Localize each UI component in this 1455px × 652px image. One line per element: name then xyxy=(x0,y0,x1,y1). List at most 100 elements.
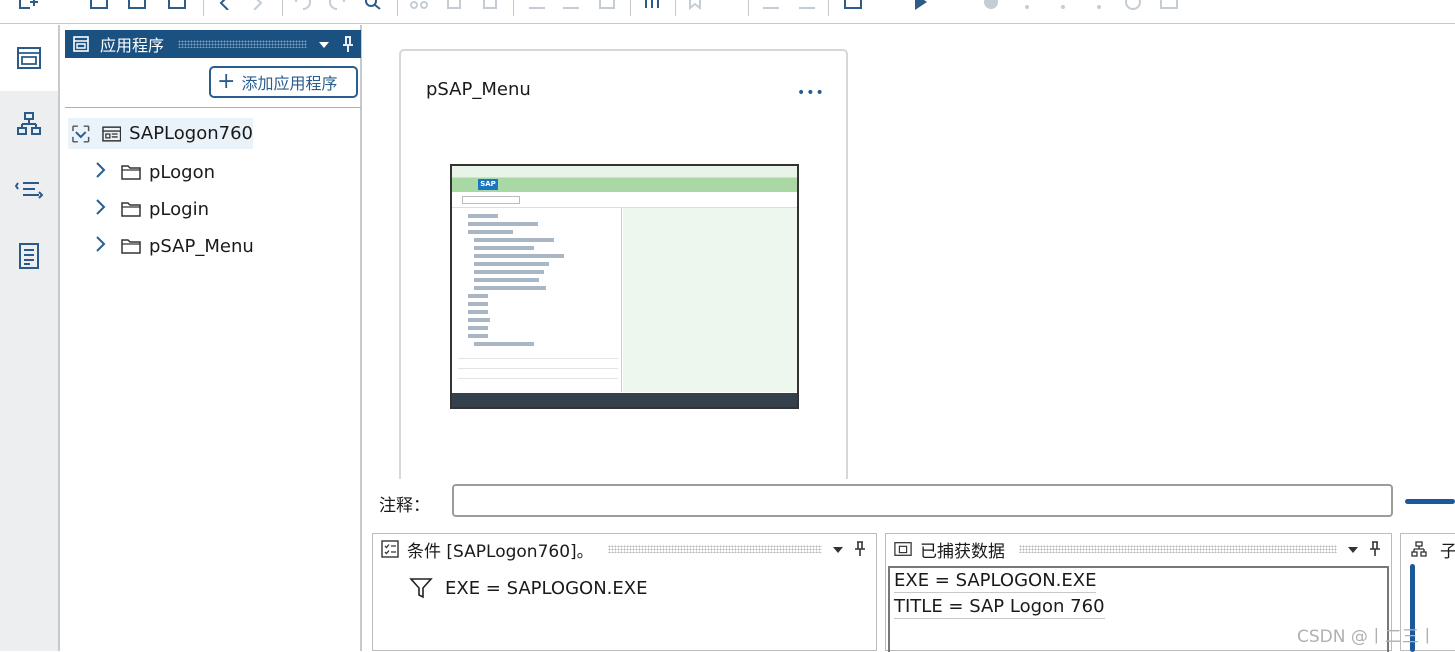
tree-item-label: pLogin xyxy=(149,198,209,220)
capture-icon[interactable] xyxy=(842,0,864,10)
add-application-label: 添加应用程序 xyxy=(241,74,338,93)
hierarchy-icon xyxy=(17,112,41,135)
applications-panel-header: 应用程序 xyxy=(65,30,361,58)
new-icon[interactable] xyxy=(18,0,40,10)
toolbar-separator xyxy=(203,0,204,16)
capture-icon xyxy=(894,542,912,556)
watermark: CSDN @丨二三丨 xyxy=(1297,627,1436,647)
chevron-right-icon[interactable] xyxy=(95,161,113,184)
note-label: 注释： xyxy=(379,496,430,516)
panel-icon xyxy=(73,36,89,52)
page-card[interactable]: pSAP_Menu ••• SAP xyxy=(399,49,848,479)
thumbnail-tree xyxy=(452,208,622,392)
step3-icon[interactable] xyxy=(1088,0,1110,10)
window-icon xyxy=(17,47,41,69)
captured-data-pane-title: 已捕获数据 xyxy=(920,541,1005,562)
toolbar-separator xyxy=(513,0,514,16)
conditions-pane-header: 条件 [SAPLogon760]。 xyxy=(373,534,876,564)
save-all-icon[interactable] xyxy=(126,0,148,10)
toolbar-separator xyxy=(282,0,283,16)
pin-icon[interactable] xyxy=(1369,541,1381,557)
panel-icon[interactable] xyxy=(1158,0,1180,10)
toolbar-separator xyxy=(630,0,631,16)
find-icon[interactable] xyxy=(362,0,384,10)
step2-icon[interactable] xyxy=(1052,0,1074,10)
settings-sliders-icon[interactable] xyxy=(641,0,663,10)
sub-pane-title: 子 xyxy=(1440,541,1455,562)
folder-icon xyxy=(121,165,141,180)
applications-panel: 应用程序 + 添加应用程序 SAPLogon760 pLogon pLogin … xyxy=(62,25,362,651)
bookmark-icon[interactable] xyxy=(686,0,708,10)
list-icon[interactable] xyxy=(760,0,782,10)
drag-handle[interactable] xyxy=(178,40,307,48)
dropdown-icon[interactable] xyxy=(1347,544,1359,554)
toolbar-separator xyxy=(748,0,749,16)
drag-handle[interactable] xyxy=(607,545,822,553)
toolbar-separator xyxy=(675,0,676,16)
folder-icon xyxy=(121,202,141,217)
thumbnail-content xyxy=(623,208,797,392)
tree-item-psap-menu[interactable]: pSAP_Menu xyxy=(95,231,254,261)
tree-item-label: pLogon xyxy=(149,161,215,183)
more-options-icon[interactable]: ••• xyxy=(797,85,825,101)
screen-thumbnail: SAP xyxy=(450,164,799,409)
align-icon[interactable] xyxy=(526,0,548,10)
tree-root-application[interactable]: SAPLogon760 xyxy=(68,118,253,149)
thumbnail-dropdown xyxy=(462,196,520,204)
captured-line: TITLE = SAP Logon 760 xyxy=(894,596,1105,619)
chevron-right-icon[interactable] xyxy=(95,198,113,221)
collapse-checkbox-icon[interactable] xyxy=(71,124,91,144)
tree-item-plogon[interactable]: pLogon xyxy=(95,157,215,187)
main-area: pSAP_Menu ••• SAP 注释： 条件 [SAPLogon760]。 … xyxy=(364,25,1455,652)
conditions-pane-title: 条件 [SAPLogon760]。 xyxy=(407,541,594,562)
drag-handle[interactable] xyxy=(1019,545,1337,553)
tree-item-label: pSAP_Menu xyxy=(149,235,254,257)
pin-icon[interactable] xyxy=(341,35,355,53)
captured-line: EXE = SAPLOGON.EXE xyxy=(894,570,1097,593)
redo-icon[interactable] xyxy=(326,0,348,10)
toolbar-separator xyxy=(828,0,829,16)
thumbnail-header xyxy=(452,178,797,192)
cut-icon[interactable] xyxy=(408,0,430,10)
dropdown-icon[interactable] xyxy=(832,544,844,554)
rail-item-structure[interactable] xyxy=(0,91,58,157)
pin-icon[interactable] xyxy=(854,541,866,557)
hierarchy-icon xyxy=(1411,541,1427,557)
divider xyxy=(65,107,361,108)
undo-icon[interactable] xyxy=(292,0,314,10)
forward-icon[interactable] xyxy=(246,0,268,10)
back-icon[interactable] xyxy=(214,0,236,10)
window-icon[interactable] xyxy=(166,0,188,10)
thumbnail-titlebar xyxy=(452,166,797,178)
chevron-right-icon[interactable] xyxy=(95,235,113,258)
sub-pane-header: 子 xyxy=(1401,534,1455,564)
toolbar-separator xyxy=(397,0,398,16)
rail-item-workflow[interactable] xyxy=(0,157,58,223)
tree-item-plogin[interactable]: pLogin xyxy=(95,194,209,224)
add-application-button[interactable]: + 添加应用程序 xyxy=(209,66,358,98)
step-icon[interactable] xyxy=(1016,0,1038,10)
paste-icon[interactable] xyxy=(480,0,502,10)
rail-item-documents[interactable] xyxy=(0,223,58,289)
save-icon[interactable] xyxy=(88,0,110,10)
applications-panel-title: 应用程序 xyxy=(100,36,165,55)
tree-root-label: SAPLogon760 xyxy=(129,123,253,144)
list-indent-icon xyxy=(15,182,43,199)
main-toolbar xyxy=(0,0,1455,24)
document-icon xyxy=(19,243,39,269)
record-icon[interactable] xyxy=(980,0,1002,10)
run-icon[interactable] xyxy=(910,0,932,10)
splitter-handle[interactable] xyxy=(1405,499,1455,504)
list2-icon[interactable] xyxy=(796,0,818,10)
emoji-icon[interactable] xyxy=(1122,0,1144,10)
condition-item[interactable]: EXE = SAPLOGON.EXE xyxy=(409,576,647,600)
captured-data-pane-header: 已捕获数据 xyxy=(886,534,1391,564)
ungroup-icon[interactable] xyxy=(596,0,618,10)
group-icon[interactable] xyxy=(560,0,582,10)
dropdown-icon[interactable] xyxy=(317,39,331,49)
copy-icon[interactable] xyxy=(444,0,466,10)
rail-item-applications[interactable] xyxy=(0,25,58,91)
left-rail xyxy=(0,25,60,651)
checklist-icon xyxy=(381,540,399,558)
note-input[interactable] xyxy=(452,484,1393,517)
